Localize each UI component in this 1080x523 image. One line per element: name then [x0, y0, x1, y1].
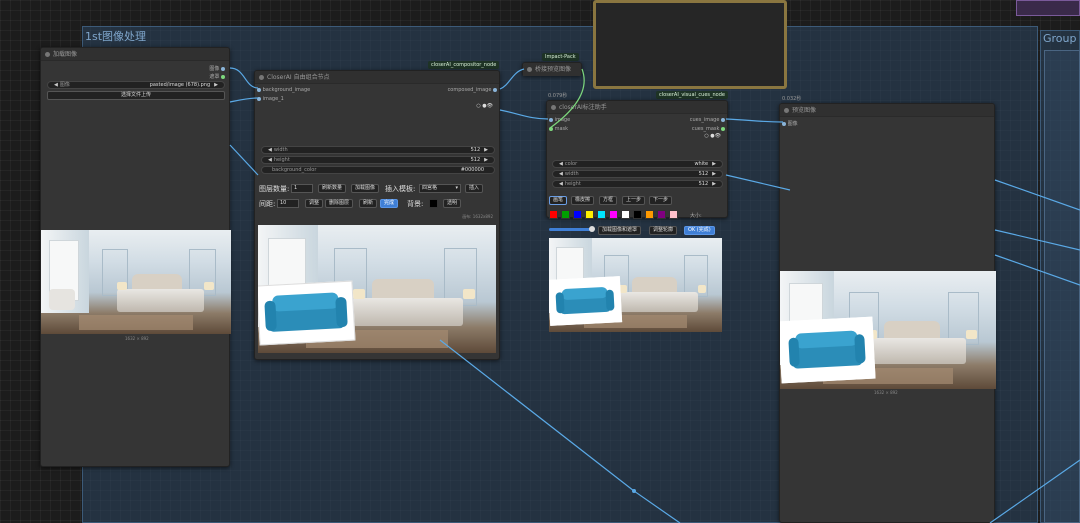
wire	[994, 254, 1080, 286]
wire	[725, 174, 791, 191]
wire	[229, 67, 259, 89]
wire	[499, 109, 549, 120]
wire	[994, 229, 1080, 251]
wire	[994, 179, 1080, 211]
wire	[549, 68, 585, 129]
wire	[439, 339, 681, 523]
wire	[989, 459, 1080, 523]
wire	[499, 68, 525, 90]
reroute-dot	[632, 489, 636, 493]
wire	[229, 144, 259, 176]
wire	[229, 97, 259, 103]
connection-wires	[229, 67, 1080, 523]
wire	[725, 118, 784, 123]
